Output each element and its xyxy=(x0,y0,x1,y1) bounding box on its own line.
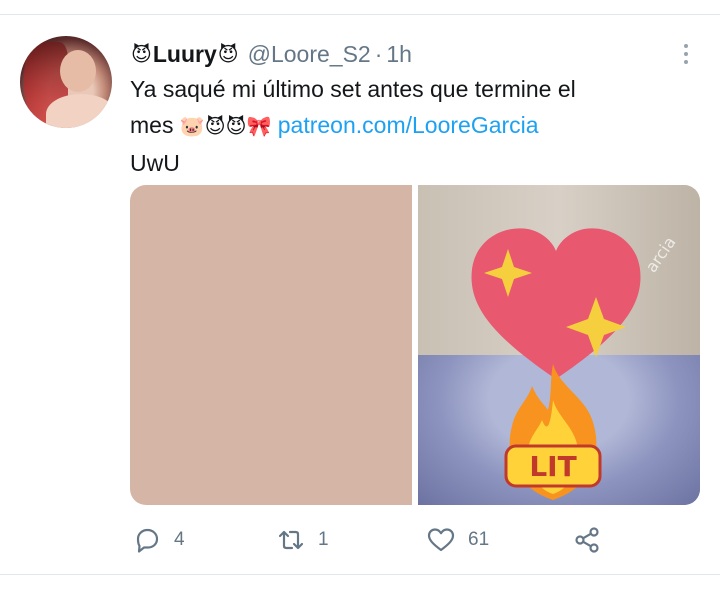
tweet-text-line-3: UwU xyxy=(130,150,180,176)
reply-icon xyxy=(136,528,159,553)
retweet-button[interactable]: 1 xyxy=(276,523,329,557)
share-icon xyxy=(575,527,599,553)
share-button[interactable] xyxy=(572,523,602,557)
lit-text: LIT xyxy=(529,450,576,483)
tweet-text: Ya saqué mi último set antes que termine… xyxy=(130,71,700,181)
tweet[interactable]: 😈 Luury 😈 @Loore_S2 · 1h Ya saqué mi últ… xyxy=(0,15,720,574)
like-count: 61 xyxy=(468,529,490,550)
reply-count: 4 xyxy=(174,529,185,550)
retweet-count: 1 xyxy=(318,529,329,550)
reply-button[interactable]: 4 xyxy=(132,523,185,557)
lit-fire-sticker: LIT xyxy=(504,364,602,500)
name-emoji-after: 😈 xyxy=(217,43,239,66)
sparkling-heart-sticker xyxy=(471,228,641,379)
patreon-link[interactable]: patreon.com/LooreGarcia xyxy=(278,112,539,138)
author-display-name[interactable]: Luury xyxy=(153,41,217,68)
media-image-1[interactable] xyxy=(130,185,412,505)
tweet-text-line-2: mes 🐷😈😈🎀 patreon.com/LooreGarcia xyxy=(130,107,700,145)
bottom-divider xyxy=(0,574,720,575)
tweet-text-emojis: 🐷😈😈🎀 xyxy=(179,116,272,138)
retweet-icon xyxy=(278,530,304,550)
tweet-actions: 4 1 61 xyxy=(130,523,700,557)
tweet-text-line-1: Ya saqué mi último set antes que termine… xyxy=(130,76,576,102)
heart-icon xyxy=(427,528,455,552)
tweet-header: 😈 Luury 😈 @Loore_S2 · 1h xyxy=(130,39,412,69)
avatar-body xyxy=(46,94,112,128)
name-emoji-before: 😈 xyxy=(131,43,152,66)
avatar-face xyxy=(60,50,96,92)
header-separator: · xyxy=(374,40,383,67)
more-icon[interactable] xyxy=(676,39,696,69)
like-button[interactable]: 61 xyxy=(426,523,489,557)
media-grid: arcia LIT xyxy=(130,185,700,505)
author-handle[interactable]: @Loore_S2 xyxy=(248,41,371,68)
avatar[interactable] xyxy=(20,36,112,128)
tweet-time[interactable]: 1h xyxy=(386,41,412,68)
tweet-text-mes: mes xyxy=(130,112,174,138)
media-image-2[interactable]: arcia LIT xyxy=(418,185,700,505)
